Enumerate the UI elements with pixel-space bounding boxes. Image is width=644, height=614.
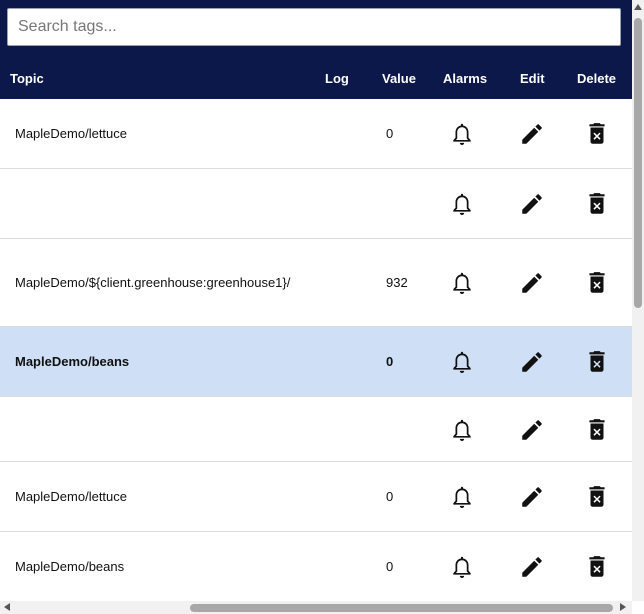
trash-icon[interactable]: [584, 554, 610, 580]
bell-icon[interactable]: [449, 554, 475, 580]
trash-icon[interactable]: [584, 349, 610, 375]
table-row[interactable]: [0, 397, 632, 462]
table-row[interactable]: MapleDemo/${client.greenhouse:greenhouse…: [0, 239, 632, 327]
trash-icon[interactable]: [584, 417, 610, 443]
horizontal-scroll-thumb[interactable]: [190, 604, 613, 612]
bell-icon[interactable]: [449, 417, 475, 443]
bell-icon[interactable]: [449, 349, 475, 375]
column-topic[interactable]: Topic: [10, 71, 44, 86]
row-topic: MapleDemo/${client.greenhouse:greenhouse…: [15, 275, 291, 290]
scroll-up-arrow[interactable]: [634, 4, 642, 10]
bell-icon[interactable]: [449, 191, 475, 217]
trash-icon[interactable]: [584, 270, 610, 296]
scroll-left-arrow[interactable]: [4, 603, 10, 611]
table-row[interactable]: MapleDemo/lettuce 0: [0, 462, 632, 532]
pencil-icon[interactable]: [519, 270, 545, 296]
pencil-icon[interactable]: [519, 191, 545, 217]
row-value: 0: [386, 489, 394, 504]
column-headers: Topic Log Value Alarms Edit Delete: [0, 60, 632, 96]
search-input[interactable]: [8, 9, 620, 45]
column-value[interactable]: Value: [382, 71, 416, 86]
table-row[interactable]: MapleDemo/beans 0: [0, 532, 632, 601]
column-alarms: Alarms: [443, 71, 488, 86]
column-delete: Delete: [577, 71, 617, 86]
vertical-scrollbar[interactable]: [632, 0, 644, 601]
tags-panel: Topic Log Value Alarms Edit Delete Maple…: [0, 0, 632, 601]
trash-icon[interactable]: [584, 484, 610, 510]
row-topic: MapleDemo/beans: [15, 354, 130, 369]
pencil-icon[interactable]: [519, 121, 545, 147]
bell-icon[interactable]: [449, 484, 475, 510]
row-topic: MapleDemo/lettuce: [15, 126, 127, 141]
scroll-right-arrow[interactable]: [620, 603, 626, 611]
row-topic: MapleDemo/lettuce: [15, 489, 127, 504]
bell-icon[interactable]: [449, 270, 475, 296]
column-edit: Edit: [520, 71, 545, 86]
bell-icon[interactable]: [449, 121, 475, 147]
row-value: 0: [386, 559, 394, 574]
table-row[interactable]: MapleDemo/lettuce 0: [0, 99, 632, 169]
row-value: 0: [386, 354, 394, 369]
pencil-icon[interactable]: [519, 484, 545, 510]
trash-icon[interactable]: [584, 121, 610, 147]
pencil-icon[interactable]: [519, 417, 545, 443]
row-topic: MapleDemo/beans: [15, 559, 125, 574]
trash-icon[interactable]: [584, 191, 610, 217]
column-log[interactable]: Log: [325, 71, 349, 86]
table-header: Topic Log Value Alarms Edit Delete: [0, 0, 632, 99]
table-row[interactable]: MapleDemo/beans 0: [0, 327, 632, 397]
row-value: 0: [386, 126, 394, 141]
table-row[interactable]: [0, 169, 632, 239]
pencil-icon[interactable]: [519, 554, 545, 580]
row-value: 932: [386, 275, 408, 290]
search-box[interactable]: [7, 8, 621, 46]
pencil-icon[interactable]: [519, 349, 545, 375]
horizontal-scrollbar[interactable]: [0, 601, 632, 614]
vertical-scroll-thumb[interactable]: [634, 18, 642, 308]
